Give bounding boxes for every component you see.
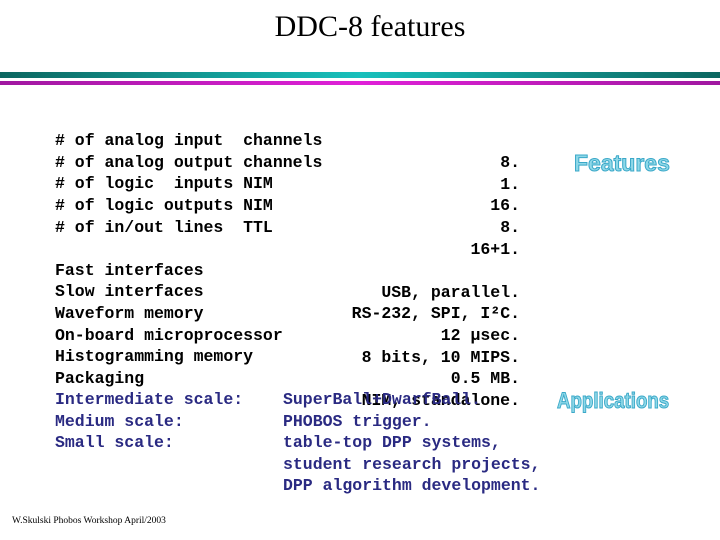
application-label: Intermediate scale: <box>55 390 244 409</box>
spec-row: Fast interfaces USB, parallel. <box>55 238 520 302</box>
spec-label: Packaging <box>55 369 145 388</box>
spec-row: On-board microprocessor 8 bits, 10 MIPS. <box>55 303 520 367</box>
spec-row: Packaging NIM, standalone. <box>55 346 520 410</box>
application-row: student research projects, <box>0 454 720 476</box>
channel-row: # of analog output channels 1. <box>55 130 520 194</box>
application-value: student research projects, <box>283 455 541 474</box>
channel-row: # of in/out lines TTL 16+1. <box>55 195 520 259</box>
spec-row: Histogramming memory 0.5 MB. <box>55 324 520 388</box>
application-value: table-top DPP systems, <box>283 433 501 452</box>
application-row: Small scale: table-top DPP systems, <box>0 432 720 454</box>
features-wordart: Features <box>574 150 671 177</box>
channel-row: # of analog input channels 8. <box>55 108 520 172</box>
channel-value: 8. <box>500 218 520 237</box>
footer-credit: W.Skulski Phobos Workshop April/2003 <box>12 516 166 526</box>
application-label: Small scale: <box>55 433 174 452</box>
channel-label: # of in/out lines TTL <box>55 218 273 237</box>
spec-row: Waveform memory 12 μsec. <box>55 281 520 345</box>
spec-value: 0.5 MB. <box>450 369 520 388</box>
slide-title: DDC-8 features <box>274 10 466 43</box>
application-row: DPP algorithm development. <box>0 475 720 497</box>
magenta-divider <box>0 81 720 85</box>
teal-divider <box>0 72 720 78</box>
application-label: Medium scale: <box>55 412 184 431</box>
application-value: PHOBOS trigger. <box>283 412 432 431</box>
channel-row: # of logic outputs NIM 8. <box>55 173 520 237</box>
spec-row: Slow interfaces RS-232, SPI, I²C. <box>55 259 520 323</box>
channel-row: # of logic inputs NIM 16. <box>55 151 520 215</box>
application-value: SuperBall+DwarfBall. <box>283 390 482 409</box>
applications-wordart: Applications <box>557 388 670 414</box>
application-row: Medium scale: PHOBOS trigger. <box>0 411 720 433</box>
application-value: DPP algorithm development. <box>283 476 541 495</box>
